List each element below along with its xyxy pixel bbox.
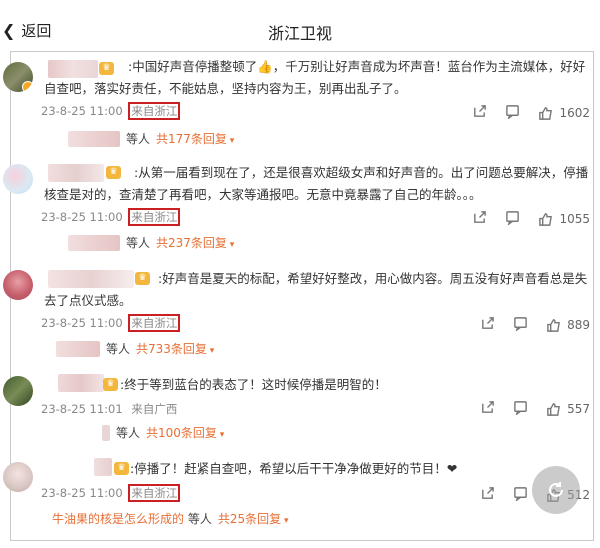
comment-icon[interactable] <box>513 316 528 334</box>
reply-user-blurred <box>68 130 120 147</box>
comment-text: :停播了！赶紧自查吧，希望以后干干净净做更好的节目！❤ <box>130 461 458 476</box>
comment-time: 23-8-25 11:00 <box>41 486 123 500</box>
share-icon[interactable] <box>480 316 495 334</box>
like-button[interactable]: 889 <box>546 318 590 333</box>
comment-location: 来自浙江 <box>128 484 181 502</box>
comment-location: 来自浙江 <box>128 314 181 332</box>
comment-location: 来自浙江 <box>128 208 181 226</box>
like-count: 1602 <box>559 106 590 120</box>
reply-count: 共25条回复 <box>218 510 289 527</box>
comment-meta: 23-8-25 11:00 来自浙江 <box>41 102 181 120</box>
reply-count: 共100条回复 <box>146 424 224 441</box>
comment-actions: 1055 <box>472 210 590 228</box>
like-count: 889 <box>567 318 590 332</box>
refresh-icon <box>549 482 563 497</box>
reply-user: 牛油果的核是怎么形成的 <box>52 512 185 526</box>
comment-time: 23-8-25 11:00 <box>41 316 123 330</box>
like-button[interactable]: 1602 <box>538 106 590 121</box>
comment-time: 23-8-25 11:00 <box>41 210 123 224</box>
reply-user-blurred <box>102 424 110 441</box>
refresh-button[interactable] <box>532 466 580 514</box>
comment-text: :从第一届看到现在了，还是很喜欢超级女声和好声音的。出了问题总要解决，停播核查是… <box>44 165 589 202</box>
reply-user-blurred <box>68 234 120 251</box>
comment-icon[interactable] <box>505 104 520 122</box>
comment-actions: 1602 <box>472 104 590 122</box>
avatar[interactable] <box>3 164 33 194</box>
like-icon <box>539 106 553 120</box>
comment-text: :中国好声音停播整顿了👍，千万别让好声音成为坏声音！蓝台作为主流媒体，好好自查吧… <box>44 59 586 96</box>
avatar[interactable] <box>3 270 33 300</box>
reply-count: 共177条回复 <box>156 130 234 147</box>
comment-actions: 557 <box>480 400 590 418</box>
like-icon <box>547 318 561 332</box>
share-icon[interactable] <box>480 486 495 504</box>
comment-icon[interactable] <box>505 210 520 228</box>
reply-summary[interactable]: 等人 共100条回复 <box>102 424 224 441</box>
like-button[interactable]: 557 <box>546 402 590 417</box>
like-count: 557 <box>567 402 590 416</box>
like-button[interactable]: 1055 <box>538 212 590 227</box>
nav-bar: ❮ 返回 浙江卫视 <box>0 0 600 56</box>
comment-actions: 889 <box>480 316 590 334</box>
like-count: 1055 <box>559 212 590 226</box>
share-icon[interactable] <box>480 400 495 418</box>
reply-count: 共733条回复 <box>136 340 214 357</box>
comment-icon[interactable] <box>513 486 528 504</box>
comment-time: 23-8-25 11:01 <box>41 402 123 416</box>
reply-user-blurred <box>56 340 100 357</box>
comment-meta: 23-8-25 11:00 来自浙江 <box>41 314 181 332</box>
comment-location: 来自浙江 <box>128 102 181 120</box>
page-title: 浙江卫视 <box>267 24 332 43</box>
comment-time: 23-8-25 11:00 <box>41 104 123 118</box>
comment-meta: 23-8-25 11:00 来自浙江 <box>41 208 181 226</box>
share-icon[interactable] <box>472 210 487 228</box>
comment-location: 来自广西 <box>131 402 178 416</box>
reply-summary[interactable]: 等人 共177条回复 <box>68 130 234 147</box>
reply-summary[interactable]: 等人 共733条回复 <box>56 340 214 357</box>
comment-meta: 23-8-25 11:00 来自浙江 <box>41 484 181 502</box>
comment-icon[interactable] <box>513 400 528 418</box>
comment-meta: 23-8-25 11:01 来自广西 <box>41 400 180 418</box>
comment-text: :终于等到蓝台的表态了！这时候停播是明智的！ <box>120 377 387 392</box>
share-icon[interactable] <box>472 104 487 122</box>
reply-summary[interactable]: 牛油果的核是怎么形成的 等人 共25条回复 <box>52 510 289 527</box>
comment-text: :好声音是夏天的标配，希望好好整改，用心做内容。周五没有好声音看总是失去了点仪式… <box>44 271 588 308</box>
reply-summary[interactable]: 等人 共237条回复 <box>68 234 234 251</box>
reply-count: 共237条回复 <box>156 234 234 251</box>
like-icon <box>547 402 561 416</box>
avatar[interactable] <box>3 376 33 406</box>
like-icon <box>539 212 553 226</box>
avatar[interactable] <box>3 462 33 492</box>
avatar[interactable] <box>3 62 33 92</box>
